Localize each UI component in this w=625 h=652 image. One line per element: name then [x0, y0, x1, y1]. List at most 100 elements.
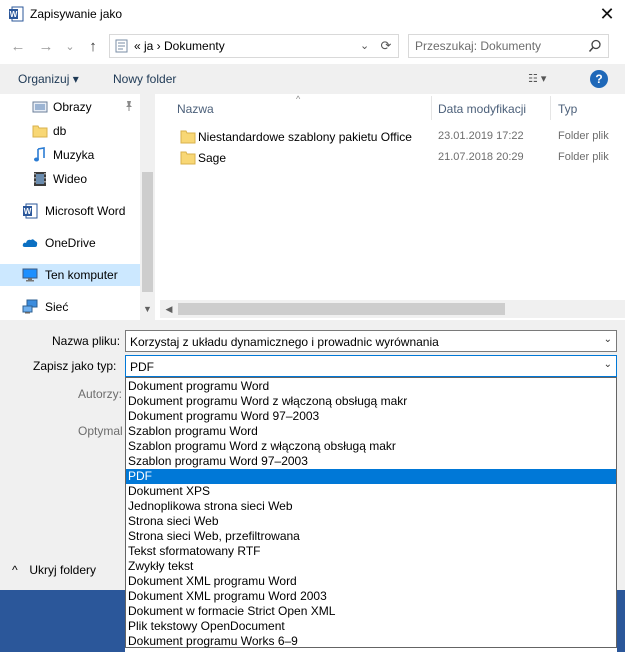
filetype-option[interactable]: Dokument programu Word: [126, 379, 616, 394]
refresh-button[interactable]: ⟳: [376, 37, 396, 55]
optimize-label: Optymal: [78, 424, 123, 438]
sidebar-item-microsoft-word[interactable]: W Microsoft Word: [0, 200, 140, 222]
filetype-option[interactable]: Dokument programu Word z włączoną obsług…: [126, 394, 616, 409]
table-row[interactable]: Sage 21.07.2018 20:29 Folder plików: [160, 147, 625, 169]
column-header-date[interactable]: Data modyfikacji: [438, 102, 526, 116]
word-app-icon: W: [8, 6, 24, 22]
filetype-option[interactable]: Tekst sformatowany RTF: [126, 544, 616, 559]
sidebar-item-this-pc[interactable]: Ten komputer: [0, 264, 140, 286]
chevron-up-icon: ^: [12, 563, 18, 577]
sidebar-item-onedrive[interactable]: OneDrive: [0, 232, 140, 254]
filetype-option[interactable]: Jednoplikowa strona sieci Web: [126, 499, 616, 514]
computer-icon: [22, 267, 38, 283]
close-button[interactable]: ✕: [592, 2, 622, 26]
sidebar-item-label: db: [53, 124, 67, 138]
filetype-option[interactable]: Zwykły tekst: [126, 559, 616, 574]
filename-label: Nazwa pliku:: [52, 334, 121, 348]
file-date: 21.07.2018 20:29: [438, 151, 524, 163]
address-path[interactable]: « ja › Dokumenty: [134, 39, 225, 53]
organize-button[interactable]: Organizuj ▾: [18, 72, 79, 86]
sidebar-item-label: Ten komputer: [45, 268, 118, 282]
location-icon: [114, 38, 130, 54]
file-list-vertical-scrollbar[interactable]: [609, 94, 625, 300]
chevron-down-icon[interactable]: ⌄: [604, 359, 612, 370]
folder-icon: [32, 123, 48, 139]
sidebar-item-video[interactable]: Wideo: [0, 168, 140, 190]
search-box[interactable]: [408, 34, 609, 58]
sidebar-item-label: Microsoft Word: [45, 204, 126, 218]
sidebar-item-label: OneDrive: [45, 236, 96, 250]
filetype-option[interactable]: Szablon programu Word 97–2003: [126, 454, 616, 469]
filetype-dropdown-list[interactable]: Dokument programu Word Dokument programu…: [125, 377, 617, 648]
folder-icon: [180, 151, 196, 165]
sidebar-item-label: Muzyka: [53, 148, 95, 162]
filetype-option-selected[interactable]: PDF: [126, 469, 616, 484]
onedrive-icon: [22, 235, 38, 251]
filetype-label: Zapisz jako typ:: [33, 359, 117, 373]
word-background: [617, 590, 625, 652]
filetype-option[interactable]: Dokument XML programu Word 2003: [126, 589, 616, 604]
filename-field[interactable]: Korzystaj z układu dynamicznego i prowad…: [125, 330, 617, 352]
sidebar-item-label: Obrazy: [53, 100, 92, 114]
file-date: 23.01.2019 17:22: [438, 130, 524, 142]
file-name: Sage: [198, 151, 227, 165]
filetype-option[interactable]: Dokument programu Works 6–9: [126, 634, 616, 649]
horizontal-scroll-thumb[interactable]: [178, 303, 505, 315]
address-bar[interactable]: « ja › Dokumenty ⌄ ⟳: [109, 34, 399, 58]
back-button[interactable]: ←: [8, 36, 28, 56]
pin-icon[interactable]: [123, 100, 135, 112]
forward-button[interactable]: →: [36, 36, 56, 56]
sidebar-item-label: Wideo: [53, 172, 88, 186]
filetype-option[interactable]: Plik tekstowy OpenDocument: [126, 619, 616, 634]
word-icon: W: [22, 203, 38, 219]
hide-folders-button[interactable]: ^ Ukryj foldery: [12, 563, 96, 577]
filetype-option[interactable]: Szablon programu Word: [126, 424, 616, 439]
filetype-option[interactable]: Dokument XML programu Word: [126, 574, 616, 589]
sidebar-item-music[interactable]: Muzyka: [0, 144, 140, 166]
change-view-button[interactable]: ☷ ▾: [528, 72, 562, 88]
music-icon: [32, 147, 48, 163]
filetype-option[interactable]: Dokument XPS: [126, 484, 616, 499]
sidebar-item-network[interactable]: Sieć: [0, 296, 140, 318]
sidebar-item-db[interactable]: db: [0, 120, 140, 142]
folder-icon: [180, 130, 196, 144]
column-divider[interactable]: [431, 96, 432, 120]
filetype-option[interactable]: Strona sieci Web, przefiltrowana: [126, 529, 616, 544]
filetype-value[interactable]: PDF: [130, 360, 154, 374]
network-icon: [22, 299, 38, 315]
up-button[interactable]: ↑: [83, 36, 103, 56]
recent-locations-button[interactable]: ⌄: [60, 36, 80, 56]
address-dropdown-chevron-icon[interactable]: ⌄: [360, 39, 369, 52]
help-button[interactable]: ?: [590, 70, 608, 88]
sort-ascending-icon: ^: [296, 94, 301, 104]
filetype-option[interactable]: Strona sieci Web: [126, 514, 616, 529]
hide-folders-label: Ukryj foldery: [29, 563, 97, 577]
scroll-left-arrow-icon[interactable]: ◀: [162, 302, 176, 316]
navigation-scroll-thumb[interactable]: [142, 172, 153, 292]
filetype-option[interactable]: Szablon programu Word z włączoną obsługą…: [126, 439, 616, 454]
new-folder-button[interactable]: Nowy folder: [113, 72, 176, 86]
filetype-select[interactable]: PDF ⌄: [125, 355, 617, 377]
authors-label: Autorzy:: [78, 387, 123, 401]
chevron-down-icon[interactable]: ⌄: [604, 334, 612, 345]
filename-value[interactable]: Korzystaj z układu dynamicznego i prowad…: [130, 335, 439, 349]
search-input[interactable]: [415, 38, 585, 54]
search-icon[interactable]: [588, 39, 602, 53]
file-name: Niestandardowe szablony pakietu Office: [198, 130, 412, 144]
scroll-down-arrow-icon[interactable]: ▼: [140, 301, 155, 317]
navigation-pane: Obrazy db Muzyka Wideo W Microsoft Word …: [0, 94, 155, 320]
video-icon: [32, 171, 48, 187]
window-title: Zapisywanie jako: [30, 7, 123, 21]
column-header-type[interactable]: Typ: [558, 102, 577, 116]
sidebar-item-pictures[interactable]: Obrazy: [0, 96, 140, 118]
pictures-icon: [32, 99, 48, 115]
table-row[interactable]: Niestandardowe szablony pakietu Office 2…: [160, 126, 625, 148]
word-background: [0, 590, 125, 652]
command-bar: Organizuj ▾ Nowy folder ☷ ▾: [0, 64, 625, 94]
filetype-option[interactable]: Dokument w formacie Strict Open XML: [126, 604, 616, 619]
column-header-name[interactable]: Nazwa: [177, 102, 214, 116]
column-divider[interactable]: [550, 96, 551, 120]
filetype-option[interactable]: Dokument programu Word 97–2003: [126, 409, 616, 424]
file-list: ^ Nazwa Data modyfikacji Typ Niestandard…: [160, 94, 625, 320]
sidebar-item-label: Sieć: [45, 300, 69, 314]
